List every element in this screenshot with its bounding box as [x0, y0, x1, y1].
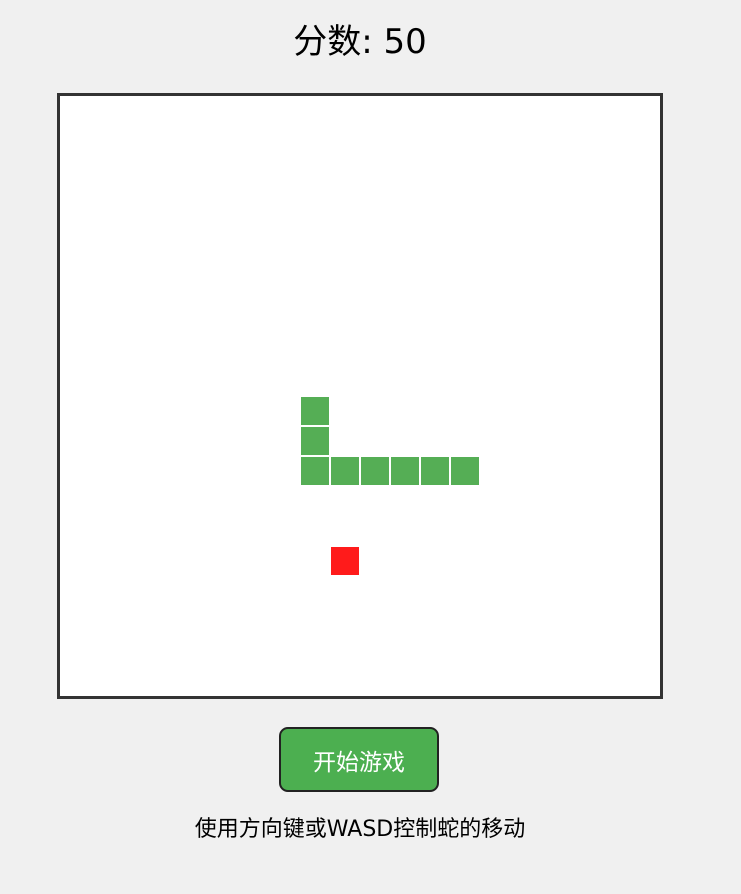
score-display: 分数: 50	[0, 20, 720, 64]
snake-segment	[421, 457, 449, 485]
snake-segment	[301, 427, 329, 455]
game-board[interactable]	[57, 93, 663, 699]
snake-segment	[301, 457, 329, 485]
score-label: 分数:	[293, 22, 373, 62]
food-item	[331, 547, 359, 575]
snake-game: 分数: 50 开始游戏 使用方向键或WASD控制蛇的移动	[0, 0, 741, 894]
start-game-button[interactable]: 开始游戏	[279, 727, 439, 792]
snake-segment	[361, 457, 389, 485]
snake-segment	[451, 457, 479, 485]
snake-segment	[391, 457, 419, 485]
snake-segment	[331, 457, 359, 485]
score-value: 50	[383, 22, 427, 62]
instructions-text: 使用方向键或WASD控制蛇的移动	[194, 817, 526, 842]
snake-tail-segment	[301, 397, 329, 425]
